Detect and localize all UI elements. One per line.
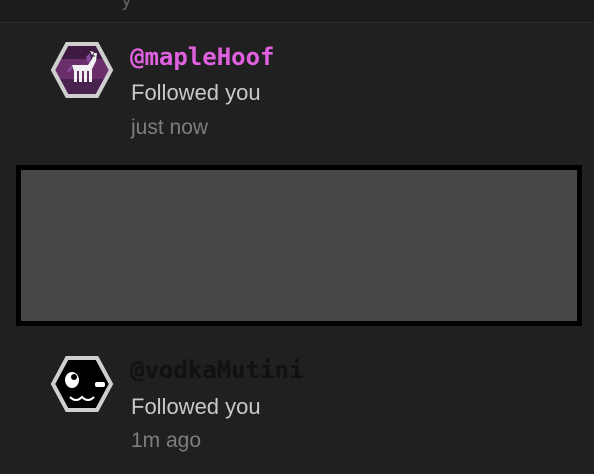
notification-feed: y @mapleHoof Followed you just now @vodk…: [0, 0, 594, 474]
blank-content-placeholder: [16, 165, 582, 326]
notification-timestamp: 1m ago: [131, 429, 202, 452]
notification-item[interactable]: @mapleHoof Followed you just now: [0, 23, 594, 163]
cat-face-avatar-icon[interactable]: [50, 355, 114, 413]
previous-notification-remnant: y: [0, 0, 594, 23]
notification-item[interactable]: @vodkaMutini Followed you 1m ago: [0, 336, 594, 474]
notification-handle[interactable]: @mapleHoof: [130, 43, 275, 71]
truncated-text-fragment: y: [122, 0, 131, 10]
notification-handle[interactable]: @vodkaMutini: [130, 356, 303, 384]
notification-action-text: Followed you: [131, 394, 261, 419]
pony-avatar-icon[interactable]: [50, 41, 114, 99]
notification-action-text: Followed you: [131, 80, 261, 105]
notification-timestamp: just now: [131, 116, 209, 139]
